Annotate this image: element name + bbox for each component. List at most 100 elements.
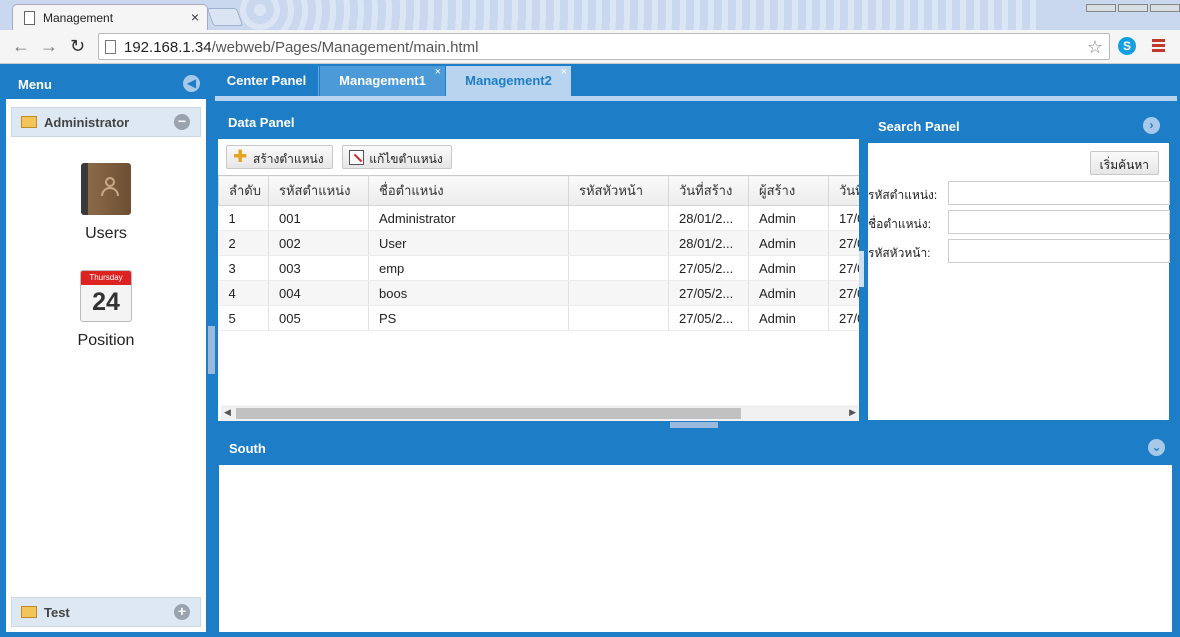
scroll-right-icon[interactable]: ▶ [849,407,856,418]
forward-arrow-icon[interactable]: → [40,36,58,57]
east-splitter[interactable] [859,251,864,287]
west-splitter[interactable] [208,326,215,374]
create-position-button[interactable]: ✚ สร้างตำแหน่ง [226,145,333,169]
position-label: Position [77,332,135,349]
collapse-right-icon[interactable]: › [1143,117,1160,134]
cell: 3 [218,255,269,281]
data-table: ลำดับ รหัสตำแหน่ง ชื่อตำแหน่ง รหัสหัวหน้… [218,175,859,331]
data-panel-header: Data Panel [218,105,859,139]
cell: 001 [268,205,369,231]
back-arrow-icon[interactable]: ← [12,36,30,57]
cell: PS [368,305,569,331]
url-text: 192.168.1.34/webweb/Pages/Management/mai… [124,39,478,56]
position-name-input[interactable] [948,210,1170,234]
search-field-position-code: รหัสตำแหน่ง: [868,181,1170,205]
column-header[interactable]: วันที่สร้าง [668,175,749,206]
new-tab-button[interactable] [206,8,244,26]
folder-icon [21,606,37,618]
west-panel: Menu ◀ Administrator − Users Thursday 24… [5,66,207,633]
table-row[interactable]: 5 005 PS 27/05/2... Admin 27/0 [218,305,859,331]
search-field-head-code: รหัสหัวหน้า: [868,239,1170,263]
position-app[interactable]: Thursday 24 Position [6,270,206,350]
scroll-left-icon[interactable]: ◀ [224,407,231,418]
app-layout: Menu ◀ Administrator − Users Thursday 24… [0,64,1180,637]
close-window-button[interactable] [1150,4,1180,12]
data-panel: Data Panel ✚ สร้างตำแหน่ง แก้ไขตำแหน่ง ล… [218,105,859,421]
column-header[interactable]: วันที่ [828,175,859,206]
center-content: Data Panel ✚ สร้างตำแหน่ง แก้ไขตำแหน่ง ล… [215,96,1177,633]
url-host: 192.168.1.34 [124,39,212,56]
browser-tab-title: Management [43,11,114,25]
cell [568,305,669,331]
cell [568,205,669,231]
table-row[interactable]: 1 001 Administrator 28/01/2... Admin 17/… [218,205,859,231]
cell: 2 [218,230,269,256]
cell: Admin [748,205,829,231]
cell: Administrator [368,205,569,231]
folder-icon [21,116,37,128]
west-panel-header: Menu ◀ [6,67,206,99]
cell: 27/0 [828,255,859,281]
tab-close-icon[interactable]: × [561,66,567,78]
south-panel-title: South [229,441,266,456]
south-splitter[interactable] [670,422,718,428]
head-code-label: รหัสหัวหน้า: [868,246,931,260]
cell: Admin [748,305,829,331]
cell [568,280,669,306]
minimize-button[interactable] [1086,4,1116,12]
browser-toolbar: ← → ↻ 192.168.1.34/webweb/Pages/Manageme… [0,30,1180,64]
tab-management2[interactable]: Management2 × [446,66,571,96]
cell: emp [368,255,569,281]
tab-close-icon[interactable]: × [435,66,441,78]
table-row[interactable]: 4 004 boos 27/05/2... Admin 27/0 [218,280,859,306]
collapse-down-icon[interactable]: ⌄ [1148,439,1165,456]
cell: 28/01/2... [668,205,749,231]
collapse-left-icon[interactable]: ◀ [183,75,200,92]
accordion-test[interactable]: Test + [11,597,201,627]
head-code-input[interactable] [948,239,1170,263]
edit-position-label: แก้ไขตำแหน่ง [369,152,443,166]
address-bar[interactable]: 192.168.1.34/webweb/Pages/Management/mai… [98,33,1110,60]
browser-tab[interactable]: Management × [12,4,208,30]
cell: 28/01/2... [668,230,749,256]
table-row[interactable]: 3 003 emp 27/05/2... Admin 27/0 [218,255,859,281]
accordion-administrator[interactable]: Administrator − [11,107,201,137]
calendar-icon: Thursday 24 [80,270,132,322]
users-app[interactable]: Users [6,163,206,243]
bookmark-star-icon[interactable]: ☆ [1087,37,1103,58]
reload-icon[interactable]: ↻ [70,36,85,57]
table-row-selected[interactable]: 2 002 User 28/01/2... Admin 27/0 [218,230,859,256]
south-panel-header: South ⌄ [219,430,1172,465]
cell: 27/05/2... [668,280,749,306]
column-header[interactable]: ผู้สร้าง [748,175,829,206]
skype-extension-icon[interactable]: S [1118,37,1136,55]
collapse-minus-icon[interactable]: − [174,114,190,130]
edit-position-button[interactable]: แก้ไขตำแหน่ง [342,145,452,169]
data-grid: ลำดับ รหัสตำแหน่ง ชื่อตำแหน่ง รหัสหัวหน้… [218,175,859,405]
browser-menu-icon[interactable] [1152,39,1165,54]
column-header[interactable]: รหัสตำแหน่ง [268,175,369,206]
column-header[interactable]: ลำดับ [218,175,269,206]
document-icon [24,11,35,25]
search-panel-title: Search Panel [878,119,960,134]
column-header[interactable]: ชื่อตำแหน่ง [368,175,569,206]
cell-selected: User [368,230,569,256]
cell: 1 [218,205,269,231]
start-search-button[interactable]: เริ่มค้นหา [1089,151,1159,175]
maximize-button[interactable] [1118,4,1148,12]
expand-plus-icon[interactable]: + [174,604,190,620]
scrollbar-thumb[interactable] [236,408,741,419]
search-panel-header: Search Panel › [868,106,1169,143]
cell: 27/0 [828,230,859,256]
horizontal-scrollbar[interactable]: ◀ ▶ [221,405,859,421]
cell: Admin [748,230,829,256]
page-icon [105,40,116,54]
position-code-input[interactable] [948,181,1170,205]
column-header[interactable]: รหัสหัวหน้า [568,175,669,206]
tab-management1[interactable]: Management1 × [320,66,445,96]
calendar-day-name: Thursday [81,271,131,285]
edit-icon [349,150,365,165]
tab-close-icon[interactable]: × [191,9,199,25]
cell: 5 [218,305,269,331]
tab-center-panel[interactable]: Center Panel [215,66,319,96]
